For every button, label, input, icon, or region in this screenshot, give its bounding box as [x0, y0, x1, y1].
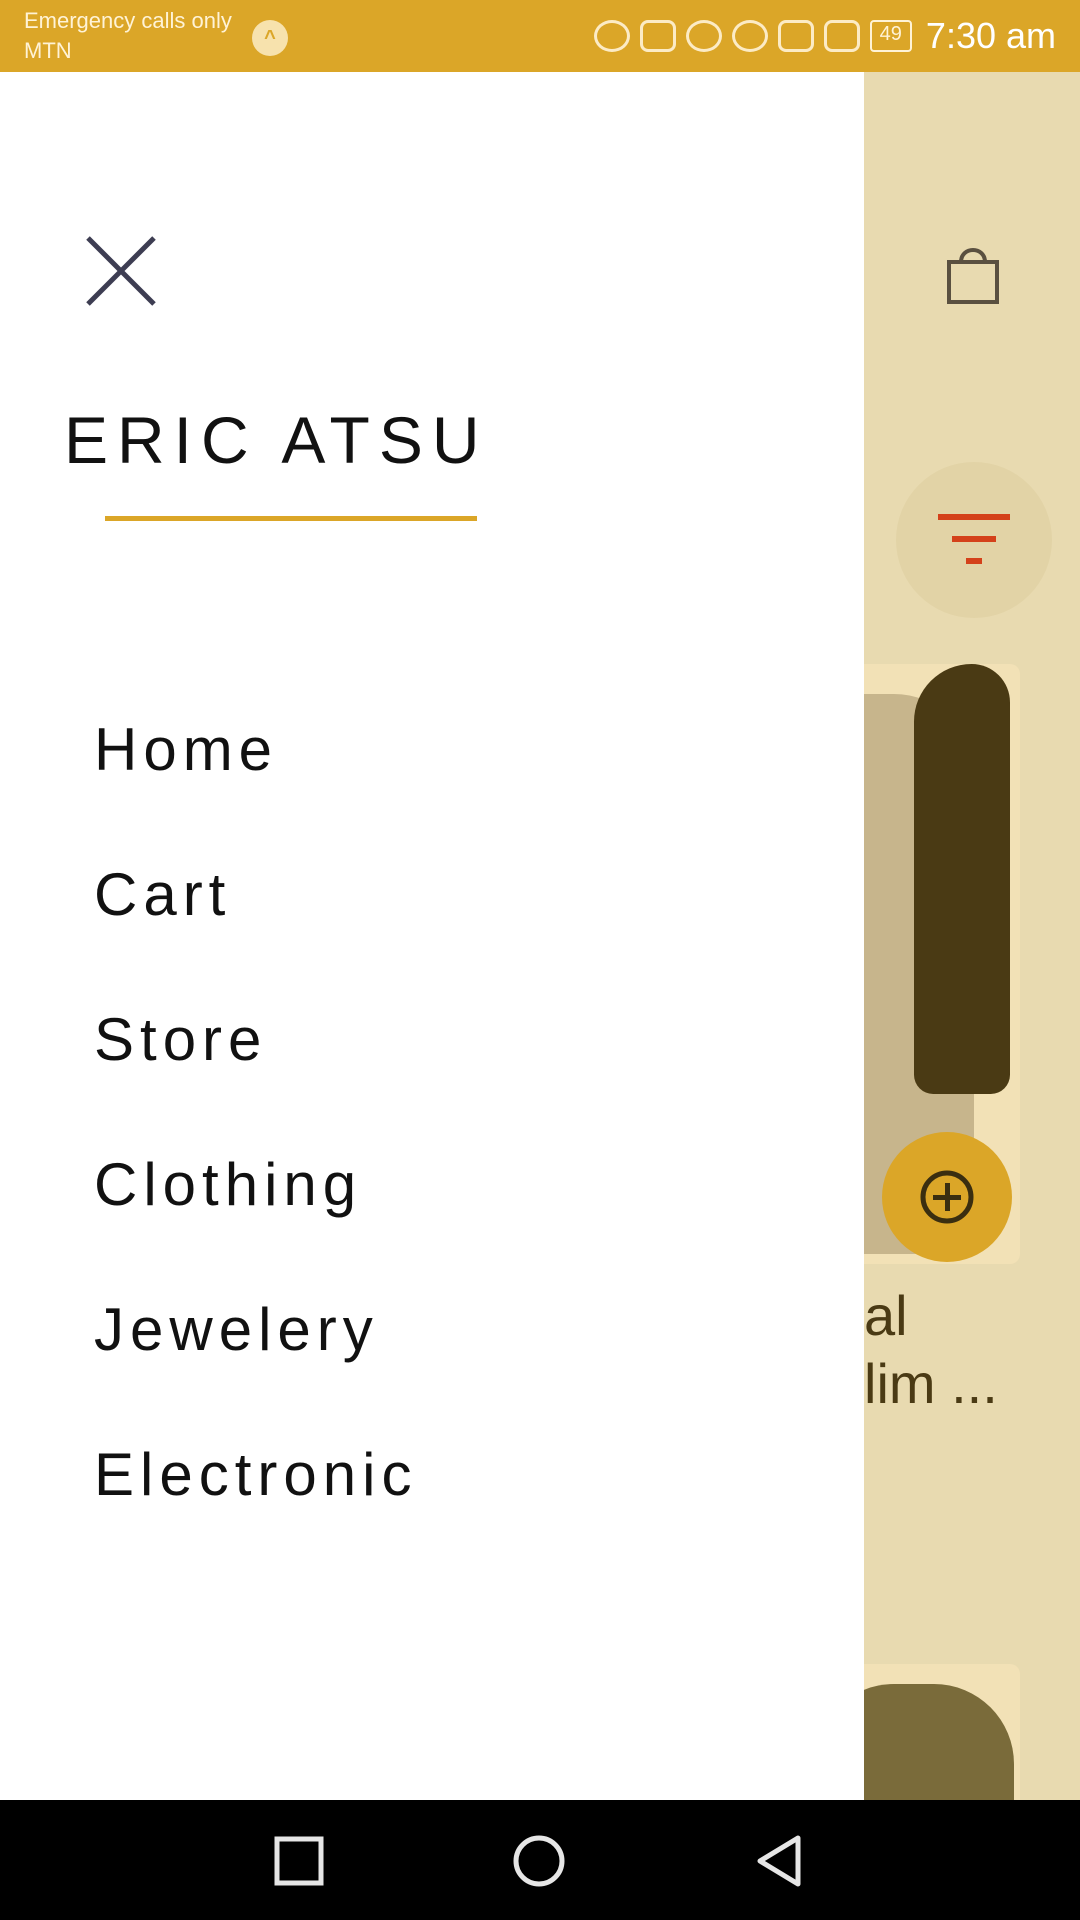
background-content: al lim ...	[864, 72, 1080, 1800]
battery-icon: 49	[869, 20, 912, 52]
menu-item-store[interactable]: Store	[94, 990, 417, 1135]
filter-icon	[938, 514, 1010, 564]
menu-item-clothing[interactable]: Clothing	[94, 1135, 417, 1280]
product-title-line-1: al	[864, 1284, 908, 1347]
menu-item-cart[interactable]: Cart	[94, 845, 417, 990]
navigation-drawer: ERIC ATSU Home Cart Store Clothing Jewel…	[0, 72, 864, 1800]
menu-item-jewelery[interactable]: Jewelery	[94, 1280, 417, 1425]
hotspot-icon	[593, 20, 630, 52]
status-bar: Emergency calls only MTN ^ 49 7:30 am	[0, 0, 1080, 72]
navigation-bar	[0, 1800, 1080, 1920]
add-to-cart-button[interactable]	[882, 1132, 1012, 1262]
carrier-line-1: Emergency calls only	[24, 8, 232, 33]
carrier-line-2: MTN	[24, 38, 72, 63]
product-image	[864, 1684, 1014, 1800]
add-circle-icon	[920, 1170, 974, 1224]
menu-item-home[interactable]: Home	[94, 700, 417, 845]
signal-4g-icon	[823, 20, 860, 52]
clock: 7:30 am	[925, 15, 1056, 56]
product-title-line-2: lim ...	[864, 1352, 998, 1415]
user-name: ERIC ATSU	[64, 403, 489, 477]
app-notification-icon: ^	[252, 20, 288, 56]
eye-comfort-icon	[731, 20, 768, 52]
filter-button[interactable]	[896, 462, 1052, 618]
status-icons: 49 7:30 am	[593, 14, 1056, 58]
alarm-icon	[685, 20, 722, 52]
home-icon[interactable]	[512, 1834, 566, 1888]
product-card[interactable]	[864, 1664, 1020, 1800]
menu-item-electronic[interactable]: Electronic	[94, 1425, 417, 1570]
signal-icon	[777, 20, 814, 52]
product-title: al lim ...	[864, 1282, 998, 1418]
name-underline	[105, 516, 477, 521]
back-icon[interactable]	[752, 1834, 806, 1888]
recents-icon[interactable]	[272, 1834, 326, 1888]
product-image-sleeve	[914, 664, 1010, 1094]
drawer-menu: Home Cart Store Clothing Jewelery Electr…	[94, 700, 417, 1570]
vibrate-icon	[639, 20, 676, 52]
close-icon[interactable]	[82, 232, 160, 310]
carrier-info: Emergency calls only MTN	[24, 6, 232, 66]
shopping-bag-icon[interactable]	[944, 242, 1002, 304]
